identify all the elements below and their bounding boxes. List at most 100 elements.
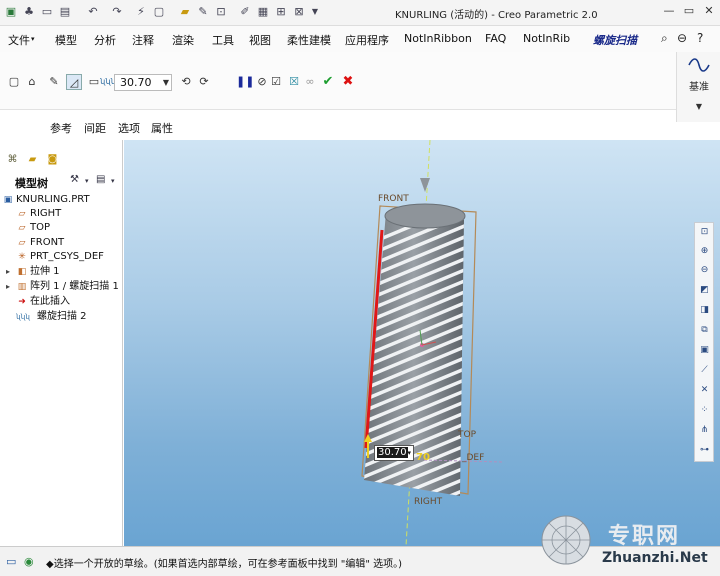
- minimize-icon[interactable]: —: [660, 3, 678, 19]
- folder-browser-icon[interactable]: ▰: [25, 152, 40, 167]
- zoom-out-icon[interactable]: ⊖: [697, 263, 712, 278]
- tree-item-extrude[interactable]: ▸ ◧ 拉伸 1: [0, 265, 123, 279]
- preview-icon[interactable]: ☑: [268, 74, 284, 90]
- top-plane-label: TOP: [458, 430, 477, 440]
- tab-options[interactable]: 选项: [118, 120, 140, 136]
- datum-panel[interactable]: 基准 ▼: [676, 52, 720, 122]
- ribbon-tabs: 文件 ▾ 模型 分析 注释 渲染 工具 视图 柔性建模 应用程序 NotInRi…: [0, 26, 720, 52]
- expand-icon[interactable]: ▸: [6, 265, 10, 279]
- view-manager-icon[interactable]: ▣: [697, 343, 712, 358]
- saved-orientation-icon[interactable]: ⧉: [697, 323, 712, 338]
- tab-notinribbon[interactable]: NotInRibbon: [404, 32, 472, 45]
- point-display-icon[interactable]: ⁘: [697, 403, 712, 418]
- sketch-section-icon[interactable]: ✎: [46, 74, 62, 90]
- tree-settings-dropdown-icon[interactable]: ▾: [85, 177, 89, 185]
- quick-access-dropdown-icon[interactable]: ▼: [308, 5, 322, 19]
- tab-faq[interactable]: FAQ: [485, 32, 506, 45]
- tree-structure-icon[interactable]: ⌘: [5, 152, 20, 167]
- tab-properties[interactable]: 属性: [151, 120, 173, 136]
- glasses-icon[interactable]: ∞: [302, 74, 318, 90]
- windows-icon[interactable]: ▢: [152, 5, 166, 19]
- csys-display-icon[interactable]: ⋔: [697, 423, 712, 438]
- zoom-in-icon[interactable]: ⊕: [697, 244, 712, 259]
- datum-dropdown-icon[interactable]: ▼: [677, 102, 720, 111]
- tab-file[interactable]: 文件: [8, 32, 30, 48]
- grid-icon[interactable]: ⊞: [274, 5, 288, 19]
- tree-item-insert-here[interactable]: ➜ 在此插入: [0, 295, 123, 309]
- solid-icon[interactable]: ▢: [6, 74, 22, 90]
- helical-sweep-icon: ʯʯʯ: [16, 313, 30, 321]
- undo-icon[interactable]: ↶: [86, 5, 100, 19]
- help-icon[interactable]: ?: [697, 31, 703, 45]
- right-hand-rule-icon[interactable]: ⟳: [196, 74, 212, 90]
- tab-annotate[interactable]: 注释: [132, 32, 154, 48]
- tab-spacing[interactable]: 间距: [84, 120, 106, 136]
- csys-icon: ✳: [18, 252, 26, 262]
- maximize-icon[interactable]: ▭: [680, 3, 698, 19]
- tab-helical-sweep[interactable]: 螺旋扫描: [593, 32, 637, 48]
- dimension-edit-box[interactable]: 30.70 ▾: [374, 445, 414, 461]
- tree-item-csys[interactable]: ✳ PRT_CSYS_DEF: [0, 250, 123, 264]
- open-icon[interactable]: ▭: [40, 5, 54, 19]
- left-hand-rule-icon[interactable]: ⟲: [178, 74, 194, 90]
- pause-button[interactable]: ❚❚: [236, 74, 254, 90]
- favorites-icon[interactable]: ◙: [45, 152, 60, 167]
- refit-icon[interactable]: ⊡: [697, 225, 712, 240]
- surface-icon[interactable]: ⌂: [24, 74, 40, 90]
- pencil-icon[interactable]: ✐: [238, 5, 252, 19]
- verify-icon[interactable]: ☒: [286, 74, 302, 90]
- close-window-icon[interactable]: ⊠: [292, 5, 306, 19]
- save-icon[interactable]: ▤: [58, 5, 72, 19]
- repaint-icon[interactable]: ◩: [697, 283, 712, 298]
- tab-view[interactable]: 视图: [249, 32, 271, 48]
- folder-icon[interactable]: ▰: [178, 5, 192, 19]
- expand-icon[interactable]: ▸: [6, 280, 10, 294]
- datum-curve-icon: [688, 58, 710, 72]
- remove-material-icon[interactable]: ◿: [66, 74, 82, 90]
- pitch-dropdown-icon[interactable]: ▼: [163, 75, 169, 90]
- search-icon[interactable]: ⌕: [661, 31, 668, 46]
- sketch-icon[interactable]: ✎: [196, 5, 210, 19]
- dimension-text: 70: [416, 452, 430, 463]
- tab-flexible-modeling[interactable]: 柔性建模: [287, 32, 331, 48]
- tree-item-part[interactable]: ▣ KNURLING.PRT: [0, 193, 123, 207]
- tree-item-right[interactable]: ▱ RIGHT: [0, 207, 123, 221]
- axis-display-icon[interactable]: ✕: [697, 383, 712, 398]
- model-tree-title: 模型树: [15, 177, 48, 190]
- pattern-icon: ▥: [17, 282, 27, 292]
- file-dropdown-icon[interactable]: ▾: [31, 35, 35, 43]
- feature-icon[interactable]: ⊡: [214, 5, 228, 19]
- tab-references[interactable]: 参考: [50, 120, 72, 136]
- redo-icon[interactable]: ↷: [110, 5, 124, 19]
- tree-show-icon[interactable]: ▤: [96, 174, 105, 185]
- tree-item-pattern[interactable]: ▸ ▥ 阵列 1 / 螺旋扫描 1: [0, 280, 123, 294]
- tree-item-helical-sweep-2[interactable]: ʯʯʯ 螺旋扫描 2: [0, 310, 123, 324]
- tab-analysis[interactable]: 分析: [94, 32, 116, 48]
- front-plane-label: FRONT: [378, 194, 409, 204]
- tab-tools[interactable]: 工具: [212, 32, 234, 48]
- tree-show-dropdown-icon[interactable]: ▾: [111, 177, 115, 185]
- settings-icon[interactable]: ⊖: [677, 31, 687, 45]
- tree-settings-icon[interactable]: ⚒: [70, 174, 79, 185]
- tab-render[interactable]: 渲染: [172, 32, 194, 48]
- cancel-button[interactable]: ✖: [340, 74, 356, 90]
- pitch-input[interactable]: 30.70 ▼: [114, 74, 172, 91]
- regenerate-icon[interactable]: ⚡: [134, 5, 148, 19]
- datum-display-icon[interactable]: ⟋: [697, 363, 712, 378]
- close-icon[interactable]: ✕: [700, 3, 718, 19]
- tree-item-front[interactable]: ▱ FRONT: [0, 236, 123, 250]
- tree-item-top[interactable]: ▱ TOP: [0, 221, 123, 235]
- tab-notinrib[interactable]: NotInRib: [523, 32, 570, 45]
- tab-model[interactable]: 模型: [55, 32, 77, 48]
- dimension-dropdown-icon[interactable]: ▾: [407, 446, 411, 460]
- graphics-window[interactable]: FRONT TOP RIGHT _DEF 70 30.70 ▾: [124, 140, 720, 546]
- table-icon[interactable]: ▦: [256, 5, 270, 19]
- new-icon[interactable]: ♣: [22, 5, 36, 19]
- display-style-icon[interactable]: ◨: [697, 303, 712, 318]
- annotation-display-icon[interactable]: ⊶: [697, 443, 712, 458]
- status-globe-icon[interactable]: ◉: [24, 555, 34, 568]
- status-window-icon[interactable]: ▭: [6, 555, 16, 568]
- datum-plane-icon: ▱: [18, 209, 26, 219]
- tab-applications[interactable]: 应用程序: [345, 32, 389, 48]
- ok-button[interactable]: ✔: [320, 74, 336, 90]
